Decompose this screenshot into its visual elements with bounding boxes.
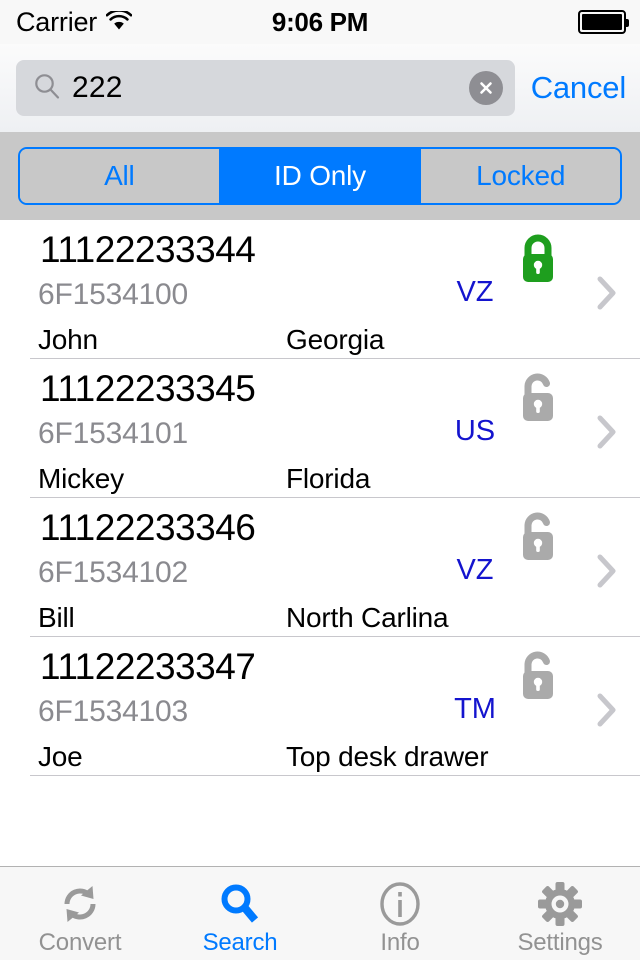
tab-convert[interactable]: Convert [0,867,160,960]
tab-info[interactable]: Info [320,867,480,960]
chevron-right-icon [596,553,618,594]
status-bar-right [578,10,629,34]
search-bar: 222 Cancel [0,44,640,132]
row-name: Bill [38,602,75,633]
row-location: Georgia [286,324,385,355]
table-row[interactable]: 11122233344 6F1534100 John Georgia VZ [0,220,640,359]
row-location: Top desk drawer [286,741,489,772]
tab-search[interactable]: Search [160,867,320,960]
chevron-right-icon [596,275,618,316]
convert-refresh-icon [56,879,104,929]
segmented-control[interactable]: All ID Only Locked [18,147,622,205]
row-name: Joe [38,741,83,772]
status-bar-left: Carrier [16,6,133,37]
search-magnifier-icon [216,879,264,929]
row-id: 11122233344 [40,229,256,270]
status-bar: Carrier 9:06 PM [0,0,640,44]
search-icon [32,71,62,106]
row-serial: 6F1534102 [38,556,189,589]
row-carrier: TM [454,693,496,725]
row-serial: 6F1534103 [38,695,189,728]
row-id: 11122233346 [40,507,256,548]
segment-all[interactable]: All [20,149,221,203]
tab-label-search: Search [202,928,278,956]
row-name: John [38,324,98,355]
search-input-value: 222 [72,71,123,104]
segment-locked[interactable]: Locked [421,149,620,203]
tab-bar: Convert Search Info Settings [0,866,640,960]
search-input[interactable]: 222 [16,60,515,116]
row-name: Mickey [38,463,124,494]
info-circle-icon [376,879,424,929]
row-carrier: VZ [456,554,494,586]
wifi-icon [105,8,133,36]
row-id: 11122233345 [40,368,256,409]
row-id: 11122233347 [40,646,256,687]
tab-label-info: Info [380,928,420,956]
chevron-right-icon [596,414,618,455]
lock-closed-icon [516,230,560,293]
row-location: North Carlina [286,602,449,633]
lock-open-icon [516,369,560,432]
carrier-label: Carrier [16,6,98,37]
gear-icon [536,879,584,929]
lock-open-icon [516,647,560,710]
cancel-button[interactable]: Cancel [531,70,626,106]
row-divider [30,775,640,776]
results-list: 11122233344 6F1534100 John Georgia VZ 11… [0,220,640,866]
table-row[interactable]: 11122233347 6F1534103 Joe Top desk drawe… [0,637,640,776]
segment-id-only[interactable]: ID Only [220,149,422,203]
row-carrier: VZ [456,276,494,308]
row-location: Florida [286,463,371,494]
lock-open-icon [516,508,560,571]
clear-circle-icon[interactable] [468,71,503,105]
row-serial: 6F1534100 [38,278,189,311]
battery-full-icon [578,10,629,34]
tab-label-settings: Settings [517,928,603,956]
row-carrier: US [454,415,496,447]
tab-label-convert: Convert [38,928,122,956]
row-serial: 6F1534101 [38,417,189,450]
chevron-right-icon [596,692,618,733]
segmented-control-container: All ID Only Locked [0,132,640,220]
table-row[interactable]: 11122233345 6F1534101 Mickey Florida US [0,359,640,498]
table-row[interactable]: 11122233346 6F1534102 Bill North Carlina… [0,498,640,637]
tab-settings[interactable]: Settings [480,867,640,960]
